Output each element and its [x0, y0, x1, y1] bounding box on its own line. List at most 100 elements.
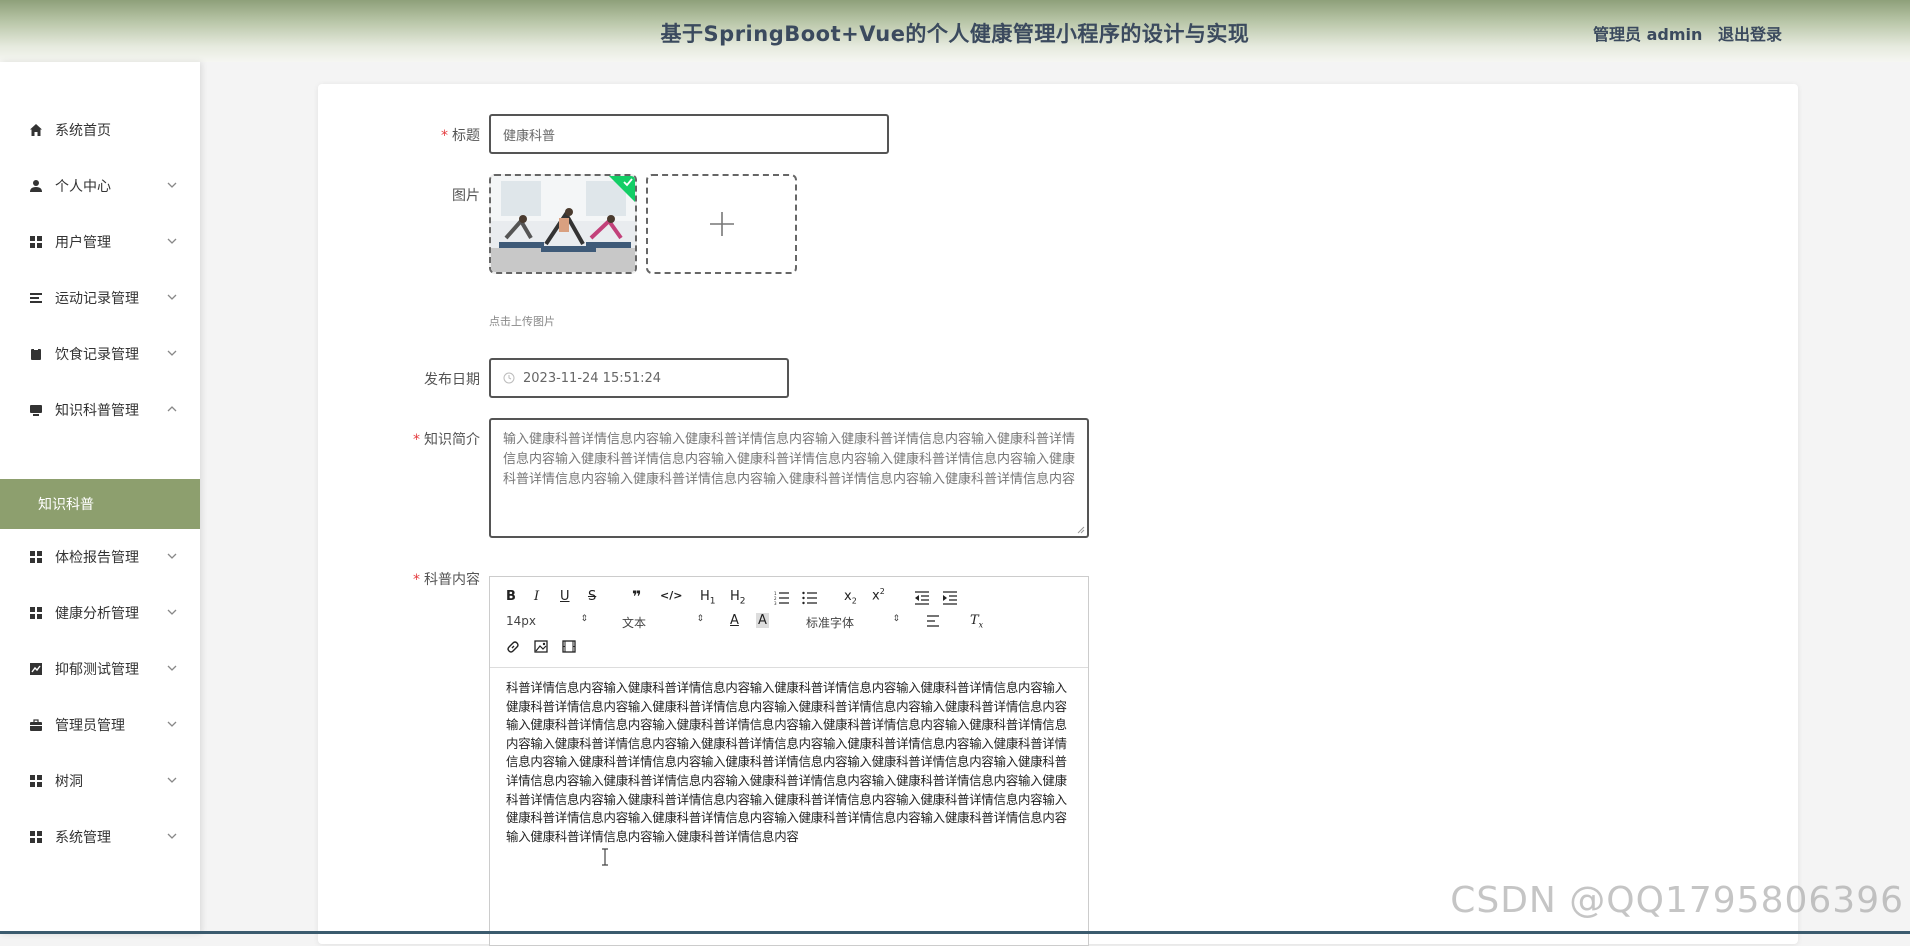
- select-arrows-icon: ⇕: [696, 614, 704, 624]
- clear-format-button[interactable]: Tx: [970, 613, 983, 630]
- logout-link[interactable]: 退出登录: [1718, 25, 1782, 44]
- watermark: CSDN @QQ1795806396: [1450, 880, 1904, 921]
- top-header: 基于SpringBoot+Vue的个人健康管理小程序的设计与实现 管理员 adm…: [0, 0, 1910, 62]
- blockquote-button[interactable]: ❞: [632, 587, 641, 606]
- grid-icon: [28, 829, 44, 845]
- image-icon[interactable]: [534, 640, 548, 653]
- heading2-button[interactable]: H2: [730, 589, 746, 607]
- title-label: * 标题: [441, 128, 480, 144]
- grid-icon: [28, 605, 44, 621]
- editor-content[interactable]: 科普详情信息内容输入健康科普详情信息内容输入健康科普详情信息内容输入健康科普详情…: [506, 679, 1076, 846]
- outdent-icon[interactable]: [914, 591, 930, 605]
- chevron-down-icon: [167, 350, 177, 356]
- select-arrows-icon: ⇕: [892, 614, 900, 624]
- sidebar-item-label: 个人中心: [55, 179, 111, 195]
- chevron-down-icon: [167, 553, 177, 559]
- chevron-down-icon: [167, 665, 177, 671]
- sidebar-item-label: 健康分析管理: [55, 606, 139, 622]
- sidebar-item-label: 知识科普管理: [55, 403, 139, 419]
- grid-icon: [28, 549, 44, 565]
- sidebar-item-label: 饮食记录管理: [55, 347, 139, 363]
- chevron-down-icon: [167, 721, 177, 727]
- font-family-select[interactable]: 标准字体 ⇕: [806, 614, 900, 630]
- heading1-button[interactable]: H1: [700, 589, 716, 607]
- code-block-button[interactable]: </>: [660, 589, 682, 602]
- chevron-down-icon: [167, 777, 177, 783]
- uploaded-image-thumbnail[interactable]: [489, 174, 637, 274]
- title-input-value: 健康科普: [503, 128, 556, 144]
- chart-icon: [28, 661, 44, 677]
- resize-handle-icon[interactable]: [1075, 524, 1085, 534]
- upload-tip: 点击上传图片: [489, 315, 555, 328]
- home-icon: [28, 122, 44, 138]
- ordered-list-icon[interactable]: 123: [774, 591, 790, 605]
- chevron-down-icon: [167, 238, 177, 244]
- title-input[interactable]: 健康科普: [489, 114, 889, 154]
- clock-icon: [503, 372, 515, 384]
- content-label: * 科普内容: [413, 572, 480, 588]
- summary-textarea[interactable]: 输入健康科普详情信息内容输入健康科普详情信息内容输入健康科普详情信息内容输入健康…: [489, 418, 1089, 538]
- user-area: 管理员 admin 退出登录: [1583, 21, 1782, 45]
- sidebar-item-label: 用户管理: [55, 235, 111, 251]
- italic-button[interactable]: I: [534, 589, 539, 604]
- subscript-button[interactable]: x2: [844, 589, 857, 606]
- chevron-down-icon: [167, 294, 177, 300]
- sidebar-item-label: 抑郁测试管理: [55, 662, 139, 678]
- plus-icon: [709, 212, 734, 236]
- video-icon[interactable]: [562, 640, 576, 653]
- sidebar-item-label: 系统首页: [55, 123, 111, 139]
- publish-date-picker[interactable]: 2023-11-24 15:51:24: [489, 358, 789, 398]
- user-icon: [28, 178, 44, 194]
- chevron-down-icon: [167, 833, 177, 839]
- sidebar-item-personal-center[interactable]: 个人中心: [0, 166, 200, 206]
- link-icon[interactable]: [506, 640, 520, 654]
- sidebar-item-tree-hole[interactable]: 树洞: [0, 761, 200, 801]
- align-icon[interactable]: [926, 615, 940, 627]
- sidebar-item-user-management[interactable]: 用户管理: [0, 222, 200, 262]
- font-color-button[interactable]: A: [730, 613, 739, 628]
- select-arrows-icon: ⇕: [580, 614, 588, 624]
- underline-button[interactable]: U: [560, 589, 570, 604]
- editor-toolbar: B I U S ❞ </> H1 H2 123 x2 x2 14px ⇕ 文本 …: [490, 577, 1088, 668]
- bold-button[interactable]: B: [506, 589, 516, 604]
- indent-icon[interactable]: [942, 591, 958, 605]
- text-cursor-icon: [602, 848, 608, 866]
- superscript-button[interactable]: x2: [872, 587, 885, 603]
- chevron-down-icon: [167, 182, 177, 188]
- background-color-button[interactable]: A: [756, 613, 769, 628]
- sidebar-item-exam-reports[interactable]: 体检报告管理: [0, 537, 200, 577]
- sidebar-item-system-management[interactable]: 系统管理: [0, 817, 200, 857]
- sidebar-item-label: 体检报告管理: [55, 550, 139, 566]
- list-icon: [28, 290, 44, 306]
- upload-success-badge: [609, 176, 635, 202]
- sidebar-item-health-analysis[interactable]: 健康分析管理: [0, 593, 200, 633]
- briefcase-icon: [28, 717, 44, 733]
- sidebar-item-admin-management[interactable]: 管理员管理: [0, 705, 200, 745]
- strike-button[interactable]: S: [588, 589, 596, 604]
- image-label: 图片: [452, 188, 480, 204]
- sidebar-item-label: 系统管理: [55, 830, 111, 846]
- sidebar-item-label: 树洞: [55, 774, 83, 790]
- chevron-up-icon: [167, 406, 177, 412]
- add-image-button[interactable]: [646, 174, 797, 274]
- block-type-select[interactable]: 文本 ⇕: [622, 614, 704, 630]
- svg-text:3: 3: [774, 601, 777, 605]
- bullet-list-icon[interactable]: [802, 591, 818, 605]
- admin-user-label: 管理员 admin: [1593, 25, 1703, 44]
- sidebar-item-exercise-records[interactable]: 运动记录管理: [0, 278, 200, 318]
- chevron-down-icon: [167, 609, 177, 615]
- sidebar-item-depression-tests[interactable]: 抑郁测试管理: [0, 649, 200, 689]
- sidebar-item-home[interactable]: 系统首页: [0, 110, 200, 150]
- sidebar-item-diet-records[interactable]: 饮食记录管理: [0, 334, 200, 374]
- grid-icon: [28, 773, 44, 789]
- publish-date-value: 2023-11-24 15:51:24: [523, 370, 662, 386]
- sidebar-subitem-knowledge[interactable]: 知识科普: [0, 479, 200, 529]
- sidebar-item-label: 管理员管理: [55, 718, 125, 734]
- sidebar-item-knowledge-management[interactable]: 知识科普管理: [0, 390, 200, 430]
- font-size-select[interactable]: 14px ⇕: [506, 614, 588, 630]
- font-family-value: 标准字体: [806, 616, 855, 630]
- summary-value: 输入健康科普详情信息内容输入健康科普详情信息内容输入健康科普详情信息内容输入健康…: [503, 432, 1076, 487]
- rich-text-editor: B I U S ❞ </> H1 H2 123 x2 x2 14px ⇕ 文本 …: [489, 576, 1089, 946]
- summary-label: * 知识简介: [413, 432, 480, 448]
- sidebar: 系统首页 个人中心 用户管理 运动记录管理 饮食记录管理 知识科普管理 知识科普…: [0, 62, 200, 934]
